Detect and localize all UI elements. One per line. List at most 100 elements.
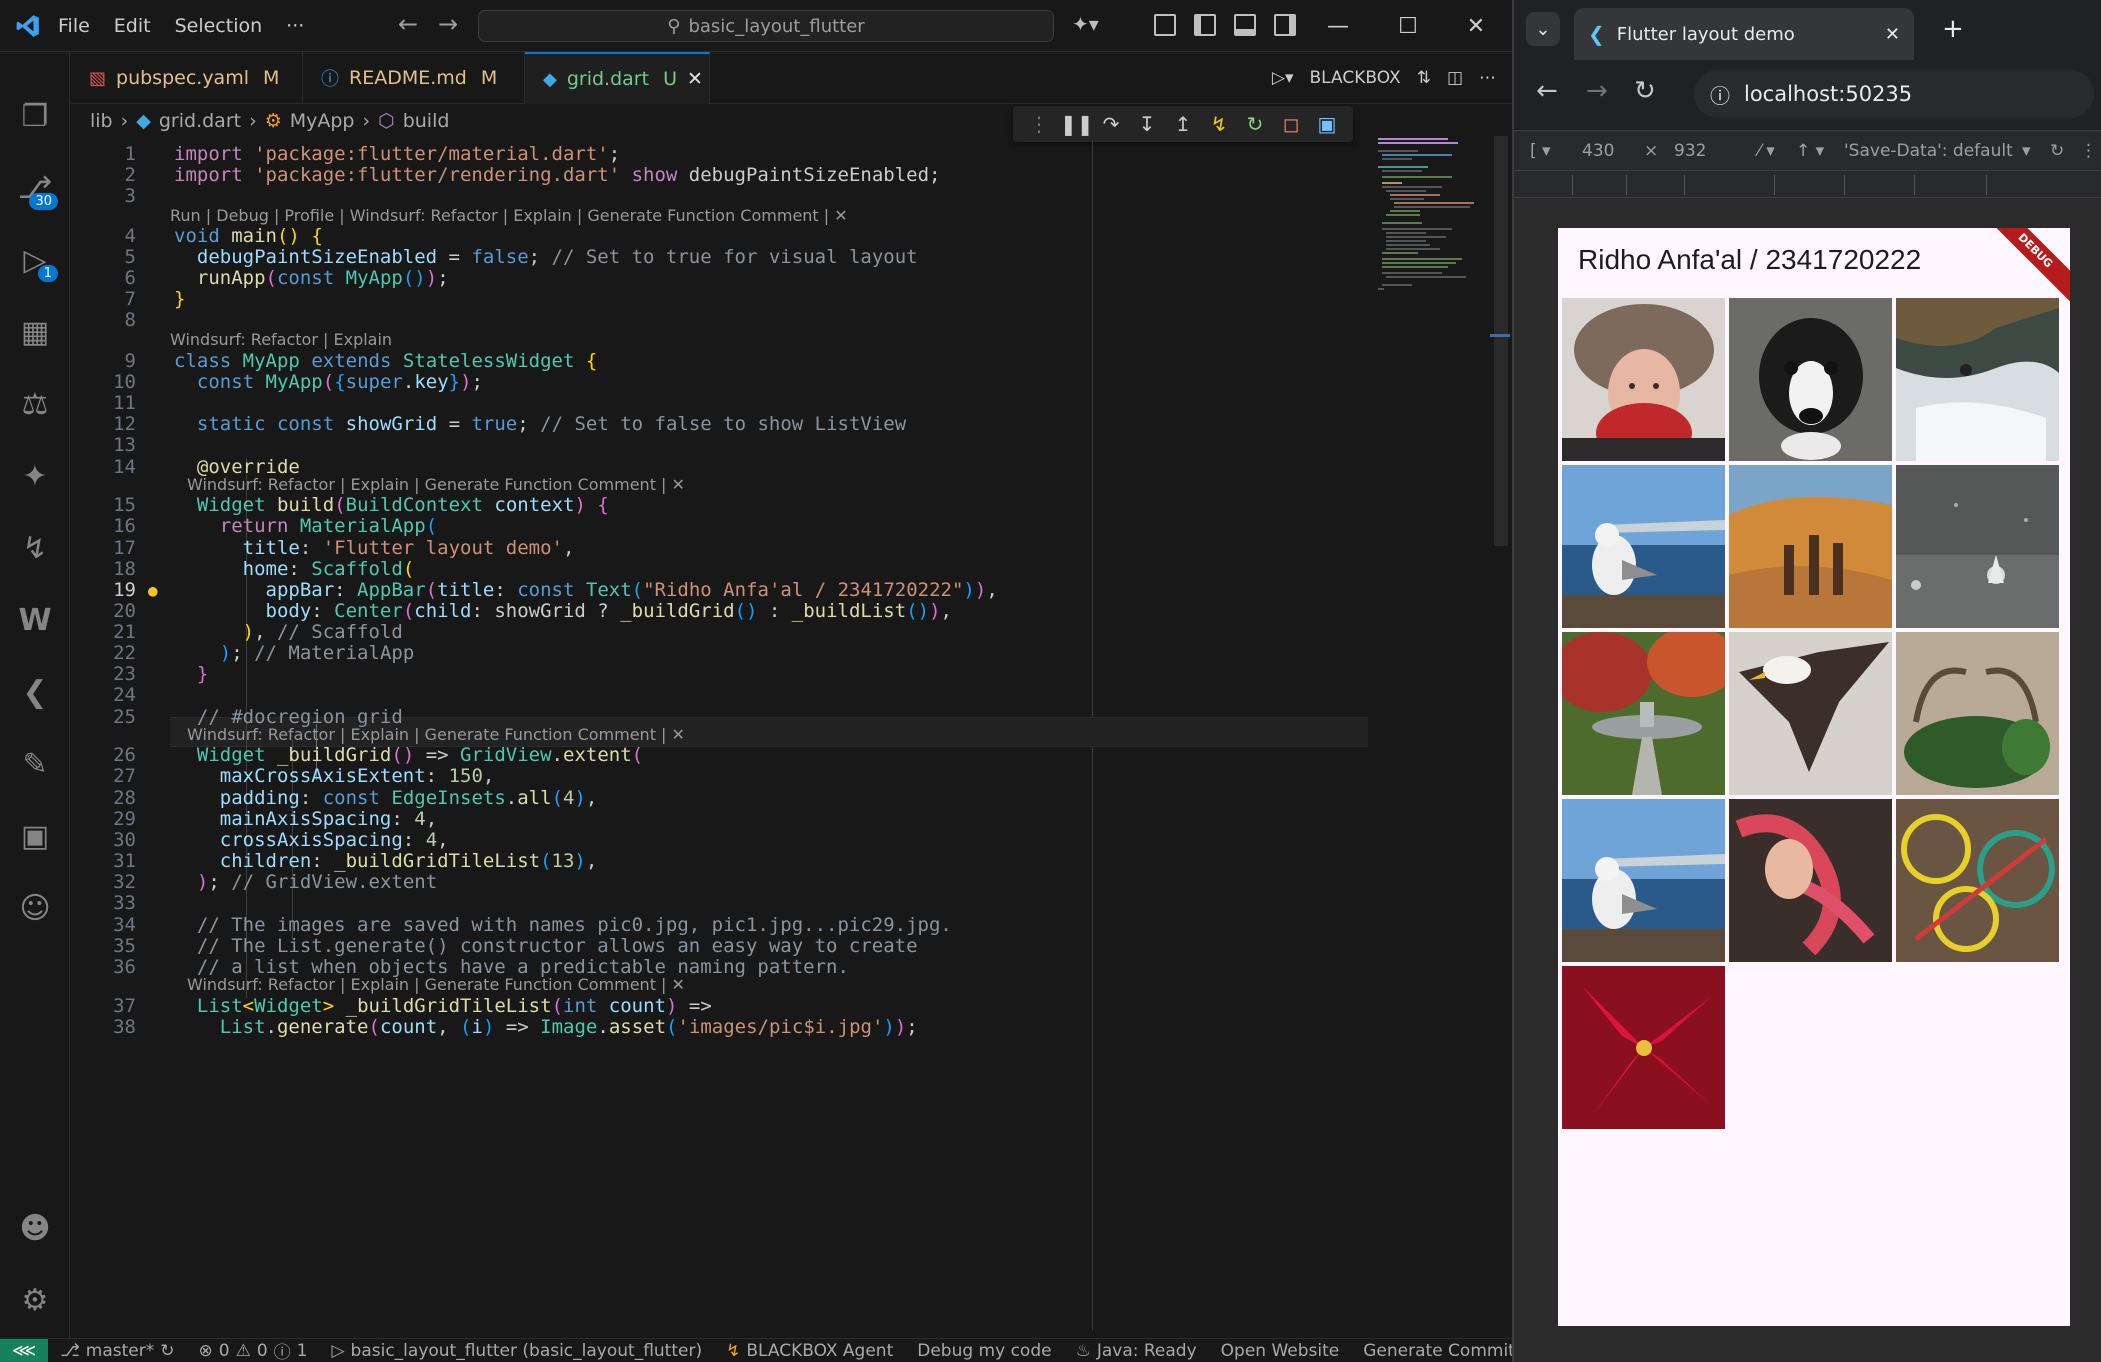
grid-image-pic5[interactable] bbox=[1896, 465, 2059, 628]
step-out-icon[interactable]: ↥ bbox=[1168, 112, 1198, 136]
pen-icon[interactable]: ✎ bbox=[0, 736, 70, 792]
flutter-icon[interactable]: ❮ bbox=[0, 664, 70, 720]
editor-scrollbar[interactable] bbox=[1490, 136, 1510, 1326]
save-data-dropdown[interactable]: 'Save-Data': default bbox=[1844, 141, 2013, 161]
toggle-secondary-sidebar-icon[interactable] bbox=[1274, 14, 1296, 36]
site-info-icon[interactable]: ⓘ bbox=[1710, 80, 1730, 109]
dpr-dropdown[interactable]: ⁄ ▾ bbox=[1758, 141, 1775, 161]
problems-status[interactable]: ⊗ 0 ⚠ 0 ⓘ 1 bbox=[186, 1339, 319, 1362]
settings-gear-icon[interactable]: ⚙ bbox=[0, 1272, 70, 1328]
copilot-agent-icon[interactable]: ☺ bbox=[0, 880, 70, 936]
menu-more[interactable]: ··· bbox=[274, 15, 316, 37]
generate-commit-status[interactable]: Generate Commit Mes bbox=[1351, 1341, 1512, 1361]
debug-target-status[interactable]: ▷ basic_layout_flutter (basic_layout_flut… bbox=[319, 1341, 714, 1361]
close-tab-icon[interactable]: ✕ bbox=[687, 68, 703, 90]
explorer-icon[interactable]: ❐ bbox=[0, 88, 70, 144]
tab-readme[interactable]: ⓘ README.md M bbox=[303, 52, 525, 104]
split-editor-icon[interactable]: ◫ bbox=[1447, 68, 1463, 88]
close-window-button[interactable]: ✕ bbox=[1446, 0, 1506, 52]
new-tab-icon[interactable]: + bbox=[1942, 14, 1964, 44]
pause-icon[interactable]: ❚❚ bbox=[1060, 112, 1094, 136]
grid-image-pic2[interactable] bbox=[1896, 298, 2059, 461]
tab-grid-dart[interactable]: ◆ grid.dart U ✕ bbox=[525, 52, 710, 104]
step-over-icon[interactable]: ↷ bbox=[1096, 112, 1126, 136]
grid-image-pic4[interactable] bbox=[1729, 465, 1892, 628]
branch-status[interactable]: ⎇ master* ↻ bbox=[48, 1341, 186, 1361]
breadcrumb-lib[interactable]: lib bbox=[90, 110, 113, 132]
breadcrumb-method[interactable]: build bbox=[403, 110, 450, 132]
grid-image-pic12[interactable] bbox=[1562, 966, 1725, 1129]
browser-forward-icon[interactable]: → bbox=[1586, 76, 1608, 106]
grid-image-pic8[interactable] bbox=[1896, 632, 2059, 795]
browser-tab-active[interactable]: ❮ Flutter layout demo ✕ bbox=[1574, 8, 1914, 60]
device-width[interactable]: 430 bbox=[1582, 141, 1614, 161]
dimensions-dropdown[interactable]: [ ▾ bbox=[1530, 141, 1551, 161]
extensions-icon[interactable]: ▦ bbox=[0, 304, 70, 360]
windsurf-icon[interactable]: W bbox=[0, 592, 70, 648]
browser-back-icon[interactable]: ← bbox=[1536, 76, 1558, 106]
debug-code-status[interactable]: Debug my code bbox=[905, 1341, 1063, 1361]
back-arrow-icon[interactable]: ← bbox=[388, 10, 428, 38]
lightbulb-icon[interactable]: ● bbox=[148, 581, 158, 600]
scrollbar-thumb[interactable] bbox=[1494, 136, 1508, 546]
toggle-panel-icon[interactable] bbox=[1234, 14, 1256, 36]
grid-image-pic11[interactable] bbox=[1896, 799, 2059, 962]
minimize-button[interactable]: — bbox=[1308, 0, 1368, 52]
grid-image-pic6[interactable] bbox=[1562, 632, 1725, 795]
grid-image-pic10[interactable] bbox=[1729, 799, 1892, 962]
hot-reload-icon[interactable]: ↯ bbox=[1204, 112, 1234, 136]
tab-status: U bbox=[663, 68, 677, 90]
restart-icon[interactable]: ↻ bbox=[1240, 112, 1270, 136]
breadcrumb-class[interactable]: MyApp bbox=[290, 110, 355, 132]
more-options-icon[interactable]: ⋮ bbox=[2080, 141, 2097, 161]
blackbox-button[interactable]: BLACKBOX bbox=[1310, 68, 1401, 88]
widget-inspector-icon[interactable]: ▣ bbox=[1312, 112, 1342, 136]
rotate-icon[interactable]: ↻ bbox=[2050, 141, 2064, 161]
tab-search-icon[interactable]: ⌄ bbox=[1526, 12, 1560, 46]
command-center-search[interactable]: ⚲ basic_layout_flutter bbox=[478, 10, 1054, 42]
run-dropdown-icon[interactable]: ▷▾ bbox=[1272, 68, 1294, 88]
inspect-icon[interactable]: ▣ bbox=[0, 808, 70, 864]
compare-icon[interactable]: ⇅ bbox=[1417, 68, 1431, 88]
device-height[interactable]: 932 bbox=[1674, 141, 1706, 161]
warning-count: 0 bbox=[256, 1340, 268, 1361]
command-center-text: basic_layout_flutter bbox=[688, 15, 865, 37]
grid-image-pic9[interactable] bbox=[1562, 799, 1725, 962]
blackbox-agent-status[interactable]: ↯ BLACKBOX Agent bbox=[714, 1341, 905, 1361]
breadcrumb-file[interactable]: grid.dart bbox=[159, 110, 241, 132]
grid-image-pic7[interactable] bbox=[1729, 632, 1892, 795]
toggle-sidebar-icon[interactable] bbox=[1194, 14, 1216, 36]
more-actions-icon[interactable]: ⋯ bbox=[1479, 68, 1496, 88]
grid-image-pic0[interactable] bbox=[1562, 298, 1725, 461]
throttle-dropdown[interactable]: ↑ ▾ bbox=[1796, 141, 1824, 161]
remote-icon[interactable]: ⋘ bbox=[0, 1339, 49, 1362]
layout-customize-icon[interactable] bbox=[1154, 14, 1176, 36]
source-control-icon[interactable]: ⎇ 30 bbox=[0, 160, 70, 216]
minimap[interactable] bbox=[1372, 136, 1482, 296]
forward-arrow-icon[interactable]: → bbox=[428, 10, 468, 38]
step-into-icon[interactable]: ↧ bbox=[1132, 112, 1162, 136]
line-number: 36 bbox=[113, 956, 136, 978]
chat-sparkle-icon[interactable]: ✦ bbox=[0, 448, 70, 504]
account-icon[interactable]: ☻ bbox=[0, 1200, 70, 1256]
tab-label: grid.dart bbox=[566, 68, 650, 90]
close-tab-icon[interactable]: ✕ bbox=[1885, 24, 1900, 45]
java-status[interactable]: ♨ Java: Ready bbox=[1064, 1341, 1209, 1361]
code-line: 36 // a list when objects have a predict… bbox=[70, 953, 849, 981]
browser-reload-icon[interactable]: ↻ bbox=[1634, 76, 1656, 106]
drag-handle-icon[interactable]: ⋮ bbox=[1024, 112, 1054, 136]
menu-file[interactable]: File bbox=[46, 15, 102, 37]
grid-image-pic1[interactable] bbox=[1729, 298, 1892, 461]
address-bar[interactable]: ⓘ localhost:50235 bbox=[1694, 70, 2094, 118]
menu-edit[interactable]: Edit bbox=[102, 15, 163, 37]
lightning-icon[interactable]: ↯ bbox=[0, 520, 70, 576]
run-debug-icon[interactable]: ▷ 1 bbox=[0, 232, 70, 288]
open-website-status[interactable]: Open Website bbox=[1209, 1341, 1352, 1361]
stop-icon[interactable]: ◻ bbox=[1276, 112, 1306, 136]
maximize-button[interactable]: ☐ bbox=[1378, 0, 1438, 52]
grid-image-pic3[interactable] bbox=[1562, 465, 1725, 628]
tab-pubspec[interactable]: ▧ pubspec.yaml M bbox=[71, 52, 303, 104]
testing-flask-icon[interactable]: ⚖ bbox=[0, 376, 70, 432]
copilot-icon[interactable]: ✦▾ bbox=[1072, 12, 1099, 36]
menu-selection[interactable]: Selection bbox=[163, 15, 275, 37]
